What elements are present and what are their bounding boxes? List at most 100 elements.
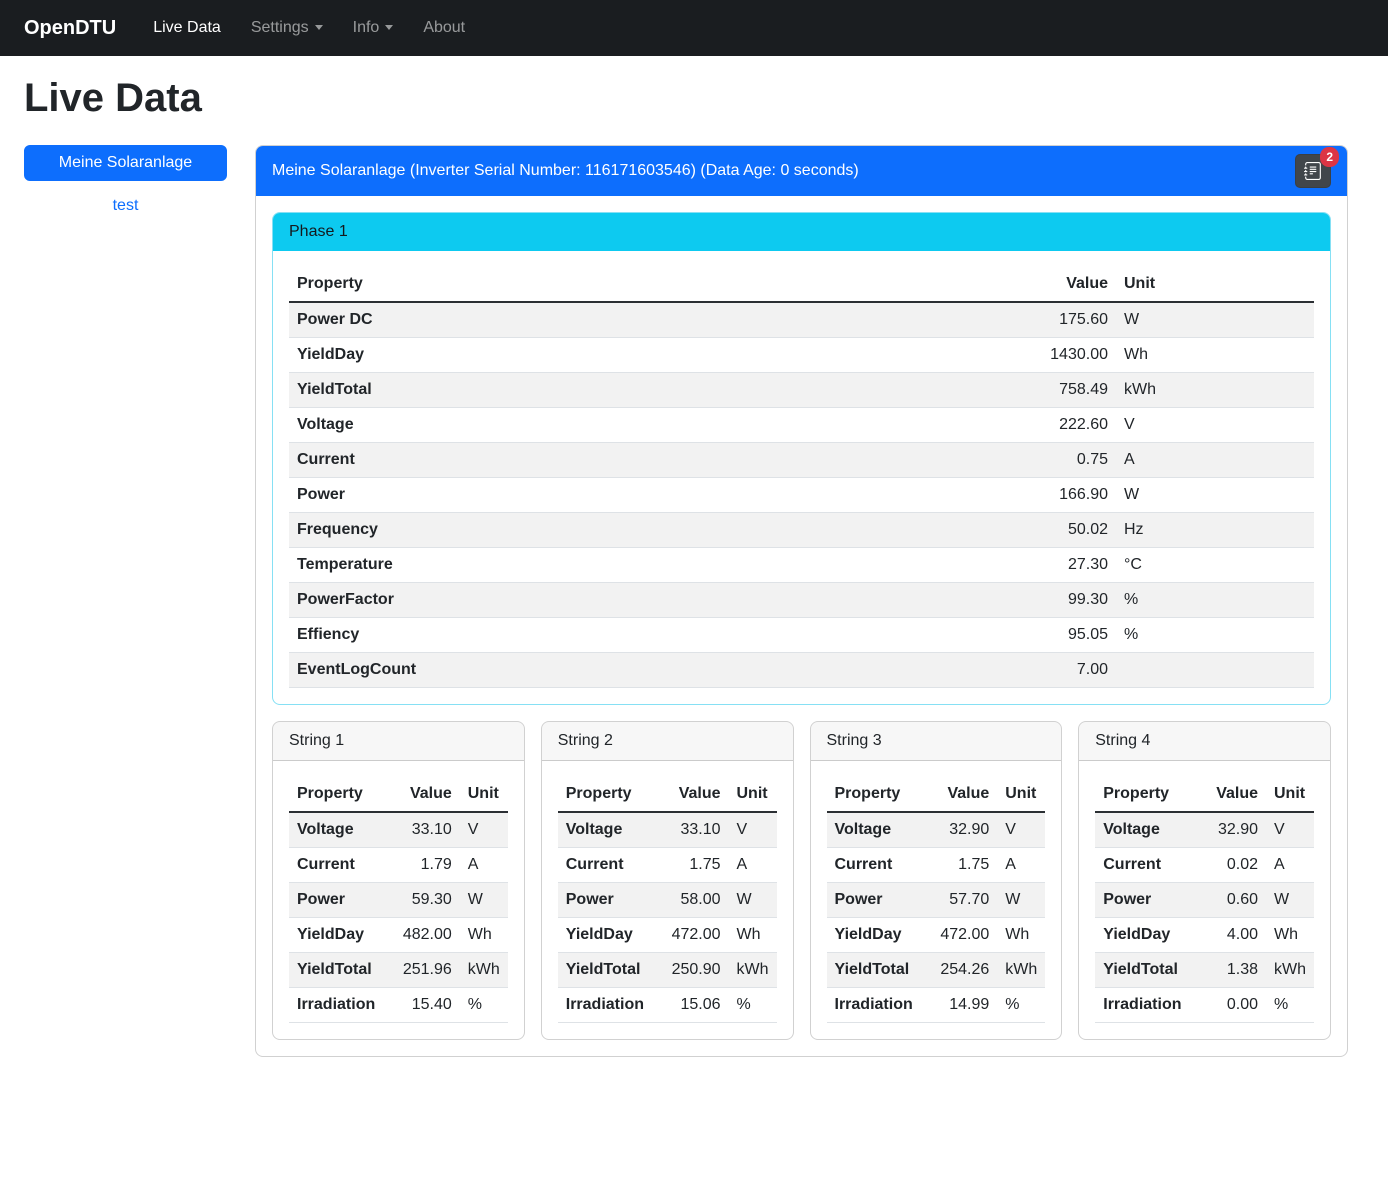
unit-cell: A — [997, 848, 1045, 883]
table-row: YieldTotal758.49kWh — [289, 373, 1314, 408]
value-cell: 0.75 — [986, 443, 1116, 478]
table-row: YieldDay4.00Wh — [1095, 918, 1314, 953]
table-row: Voltage222.60V — [289, 408, 1314, 443]
property-cell: Power — [558, 883, 657, 918]
property-cell: Power — [1095, 883, 1194, 918]
string-card-2: String 2 Property Value Unit — [541, 721, 794, 1040]
table-row: YieldTotal1.38kWh — [1095, 953, 1314, 988]
caret-down-icon — [385, 25, 393, 30]
navbar-brand[interactable]: OpenDTU — [24, 17, 116, 40]
unit-cell: % — [1266, 988, 1314, 1023]
property-cell: Frequency — [289, 513, 986, 548]
journal-text-icon — [1304, 162, 1322, 180]
nav-item-settings[interactable]: Settings — [236, 11, 338, 45]
property-cell: Irradiation — [827, 988, 926, 1023]
unit-cell — [1116, 653, 1314, 688]
unit-cell: V — [1116, 408, 1314, 443]
value-cell: 32.90 — [1194, 812, 1266, 848]
value-cell: 1430.00 — [986, 338, 1116, 373]
property-cell: Temperature — [289, 548, 986, 583]
property-cell: Voltage — [558, 812, 657, 848]
property-cell: Irradiation — [289, 988, 388, 1023]
property-cell: YieldDay — [289, 918, 388, 953]
property-cell: Voltage — [289, 408, 986, 443]
value-cell: 33.10 — [388, 812, 460, 848]
value-cell: 1.38 — [1194, 953, 1266, 988]
inverter-sidebar: Meine Solaranlage test — [24, 145, 227, 215]
value-cell: 254.26 — [925, 953, 997, 988]
property-cell: YieldTotal — [1095, 953, 1194, 988]
strings-row: String 1 Property Value Unit — [272, 721, 1331, 1040]
value-cell: 99.30 — [986, 583, 1116, 618]
value-cell: 222.60 — [986, 408, 1116, 443]
unit-cell: W — [1266, 883, 1314, 918]
table-row: Current0.02A — [1095, 848, 1314, 883]
unit-cell: W — [1116, 302, 1314, 338]
table-row: Frequency50.02Hz — [289, 513, 1314, 548]
unit-cell: Wh — [1116, 338, 1314, 373]
value-cell: 27.30 — [986, 548, 1116, 583]
nav-item-live-data[interactable]: Live Data — [138, 11, 236, 45]
column-header-value: Value — [388, 777, 460, 812]
unit-cell: Hz — [1116, 513, 1314, 548]
property-cell: Current — [1095, 848, 1194, 883]
table-row: Voltage33.10V — [289, 812, 508, 848]
table-row: Irradiation0.00% — [1095, 988, 1314, 1023]
property-cell: Current — [289, 848, 388, 883]
eventlog-button[interactable]: 2 — [1295, 154, 1331, 188]
value-cell: 4.00 — [1194, 918, 1266, 953]
value-cell: 758.49 — [986, 373, 1116, 408]
property-cell: YieldDay — [1095, 918, 1194, 953]
string-card-4: String 4 Property Value Unit — [1078, 721, 1331, 1040]
column-header-value: Value — [657, 777, 729, 812]
table-header-row: Property Value Unit — [1095, 777, 1314, 812]
unit-cell: A — [729, 848, 777, 883]
property-cell: YieldTotal — [289, 953, 388, 988]
inverter-select-button[interactable]: Meine Solaranlage — [24, 145, 227, 181]
unit-cell: A — [1116, 443, 1314, 478]
property-cell: YieldTotal — [558, 953, 657, 988]
nav-item-about[interactable]: About — [408, 11, 480, 45]
property-cell: YieldTotal — [289, 373, 986, 408]
table-row: EventLogCount7.00 — [289, 653, 1314, 688]
table-row: Power DC175.60W — [289, 302, 1314, 338]
unit-cell: V — [729, 812, 777, 848]
table-row: YieldDay482.00Wh — [289, 918, 508, 953]
property-cell: Voltage — [1095, 812, 1194, 848]
table-row: Irradiation15.06% — [558, 988, 777, 1023]
table-row: YieldTotal250.90kWh — [558, 953, 777, 988]
nav-item-info[interactable]: Info — [338, 11, 409, 45]
inverter-link-test[interactable]: test — [24, 197, 227, 215]
unit-cell: kWh — [729, 953, 777, 988]
property-cell: YieldTotal — [827, 953, 926, 988]
column-header-value: Value — [1194, 777, 1266, 812]
table-header-row: Property Value Unit — [289, 267, 1314, 302]
property-cell: Voltage — [827, 812, 926, 848]
value-cell: 58.00 — [657, 883, 729, 918]
table-row: YieldDay472.00Wh — [558, 918, 777, 953]
string-card-1: String 1 Property Value Unit — [272, 721, 525, 1040]
table-row: Temperature27.30°C — [289, 548, 1314, 583]
unit-cell: V — [460, 812, 508, 848]
column-header-property: Property — [827, 777, 926, 812]
unit-cell: Wh — [997, 918, 1045, 953]
unit-cell: Wh — [460, 918, 508, 953]
value-cell: 59.30 — [388, 883, 460, 918]
property-cell: Effiency — [289, 618, 986, 653]
value-cell: 250.90 — [657, 953, 729, 988]
table-row: Power59.30W — [289, 883, 508, 918]
value-cell: 1.79 — [388, 848, 460, 883]
table-row: Effiency95.05% — [289, 618, 1314, 653]
string-table: Property Value Unit Voltage33.10V Curren… — [558, 777, 777, 1023]
property-cell: EventLogCount — [289, 653, 986, 688]
caret-down-icon — [315, 25, 323, 30]
string-card-header: String 3 — [811, 722, 1062, 761]
value-cell: 33.10 — [657, 812, 729, 848]
property-cell: Power — [827, 883, 926, 918]
value-cell: 15.06 — [657, 988, 729, 1023]
unit-cell: A — [1266, 848, 1314, 883]
table-row: Irradiation15.40% — [289, 988, 508, 1023]
string-table: Property Value Unit Voltage32.90V Curren… — [1095, 777, 1314, 1023]
unit-cell: % — [997, 988, 1045, 1023]
column-header-unit: Unit — [997, 777, 1045, 812]
